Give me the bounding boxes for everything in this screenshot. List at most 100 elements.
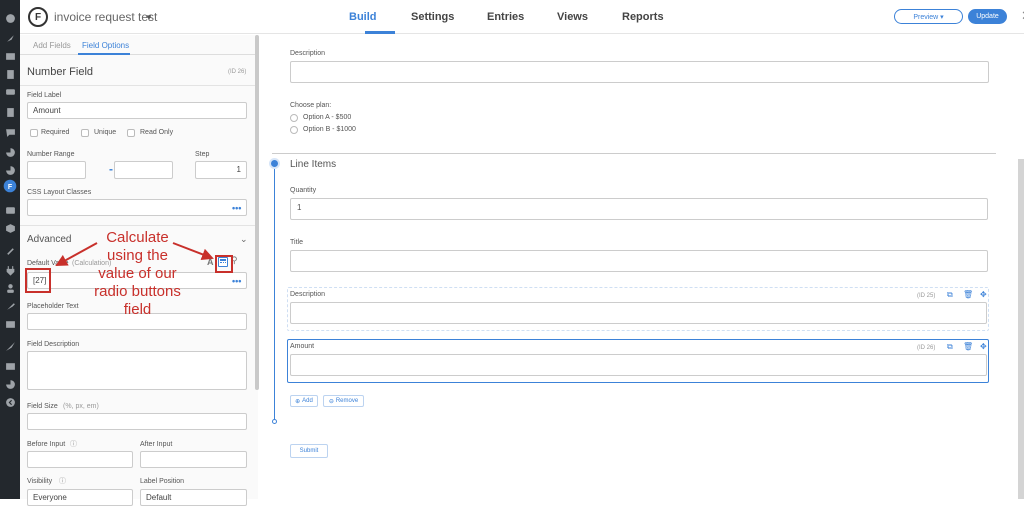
quantity-input[interactable]: 1 [290, 198, 988, 220]
formidable-logo: F [28, 7, 48, 27]
description-label: Description [290, 50, 326, 57]
form-title[interactable]: invoice request test [54, 10, 157, 24]
range-separator: - [109, 162, 113, 176]
choose-plan-label: Choose plan: [290, 102, 332, 109]
appearance-icon[interactable] [4, 244, 16, 256]
move-icon[interactable]: ✥ [980, 342, 987, 351]
field-label-input[interactable]: Amount [27, 102, 247, 119]
tab-add-fields[interactable]: Add Fields [33, 41, 71, 50]
products-icon[interactable] [4, 222, 16, 234]
users-icon[interactable] [4, 282, 16, 294]
after-input-field[interactable] [140, 451, 247, 468]
annotation-box-calculator [215, 255, 233, 273]
trash-icon[interactable]: 🗑 [963, 290, 973, 299]
duplicate-icon[interactable]: ⧉ [947, 342, 953, 352]
mail-icon[interactable] [4, 360, 16, 372]
option-a-radio[interactable] [290, 114, 298, 122]
annotation-callout: Calculate using the value of our radio b… [80, 229, 195, 319]
range-min-input[interactable] [27, 161, 86, 179]
amount-input[interactable] [290, 354, 987, 376]
woo-icon[interactable] [4, 204, 16, 216]
tools-icon[interactable] [4, 300, 16, 312]
chevron-down-icon[interactable]: ▼ [145, 13, 153, 22]
chart-icon[interactable] [4, 146, 16, 158]
update-button[interactable]: Update [968, 9, 1007, 24]
field-description-textarea[interactable] [27, 351, 247, 390]
label-position-select[interactable]: Default [140, 489, 247, 506]
builder-topbar: F invoice request test ▼ Build Settings … [20, 0, 1024, 34]
range-max-input[interactable] [114, 161, 173, 179]
move-icon[interactable]: ✥ [980, 290, 987, 299]
annotation-line: radio buttons [94, 283, 181, 300]
css-classes-input[interactable] [27, 199, 247, 216]
pages2-icon[interactable] [4, 106, 16, 118]
unique-checkbox[interactable] [81, 129, 89, 137]
rocket-icon[interactable] [4, 340, 16, 352]
more-options-icon[interactable]: ••• [232, 276, 241, 286]
panel-tabs: Add Fields Field Options [20, 35, 258, 55]
annotation-line: field [123, 301, 152, 318]
feedback-icon[interactable] [4, 126, 16, 138]
pin-icon[interactable] [4, 32, 16, 44]
settings-icon[interactable] [4, 318, 16, 330]
comments-icon[interactable] [4, 86, 16, 98]
active-tab-indicator [78, 53, 130, 55]
annotation-box-default-value [25, 268, 51, 293]
section-title: Number Field [27, 66, 94, 78]
canvas-scrollbar[interactable] [1018, 159, 1024, 499]
required-label: Required [41, 129, 70, 136]
chevron-down-icon[interactable]: ⌄ [240, 234, 248, 245]
trash-icon[interactable]: 🗑 [963, 342, 973, 351]
plus-icon: ⊕ [295, 398, 301, 405]
description-input[interactable] [290, 61, 989, 83]
plugins-icon[interactable] [4, 264, 16, 276]
formidable-icon[interactable]: F [2, 178, 18, 194]
description-2-input[interactable] [290, 302, 987, 324]
stats-icon[interactable] [4, 378, 16, 390]
tab-build[interactable]: Build [349, 11, 377, 23]
pie-icon[interactable] [4, 164, 16, 176]
svg-text:F: F [8, 184, 13, 191]
tab-field-options[interactable]: Field Options [82, 41, 129, 50]
visibility-select[interactable]: Everyone [27, 489, 133, 506]
collapse-icon[interactable] [4, 396, 16, 408]
field-size-input[interactable] [27, 413, 247, 430]
duplicate-icon[interactable]: ⧉ [947, 290, 953, 300]
repeater-handle-icon[interactable] [269, 158, 280, 169]
add-label: Add [302, 398, 313, 404]
more-options-icon[interactable]: ••• [232, 203, 241, 213]
field-label-label: Field Label [27, 92, 62, 99]
dashboard-icon[interactable] [4, 12, 16, 24]
advanced-heading[interactable]: Advanced [27, 234, 71, 245]
remove-row-button[interactable]: ⊖ Remove [323, 395, 364, 407]
info-icon: ⓘ [70, 441, 77, 448]
tab-settings[interactable]: Settings [411, 11, 454, 23]
option-b-radio[interactable] [290, 126, 298, 134]
minus-icon: ⊖ [328, 398, 334, 405]
amount-label: Amount [290, 343, 315, 350]
add-row-button[interactable]: ⊕ Add [290, 395, 318, 407]
placeholder-label: Placeholder Text [27, 303, 79, 310]
before-input-field[interactable] [27, 451, 133, 468]
description-2-label: Description [290, 291, 326, 298]
submit-button[interactable]: Submit [290, 444, 328, 458]
unique-label: Unique [94, 129, 117, 136]
required-checkbox[interactable] [30, 129, 38, 137]
tab-entries[interactable]: Entries [487, 11, 524, 23]
line-items-title: Line Items [290, 159, 337, 170]
title-input[interactable] [290, 250, 988, 272]
option-a-label: Option A - $500 [303, 114, 352, 121]
remove-label: Remove [335, 398, 359, 404]
pages-icon[interactable] [4, 68, 16, 80]
info-icon: ⓘ [59, 478, 66, 485]
step-input[interactable]: 1 [195, 161, 247, 179]
form-canvas: Description Choose plan: Option A - $500… [259, 35, 1024, 499]
tab-views[interactable]: Views [557, 11, 588, 23]
tab-reports[interactable]: Reports [622, 11, 664, 23]
font-icon[interactable]: A [207, 257, 214, 267]
preview-button[interactable]: Preview ▾ [894, 9, 963, 24]
media-icon[interactable] [4, 50, 16, 62]
active-tab-indicator [365, 31, 395, 34]
read-only-checkbox[interactable] [127, 129, 135, 137]
section-divider [272, 153, 996, 154]
